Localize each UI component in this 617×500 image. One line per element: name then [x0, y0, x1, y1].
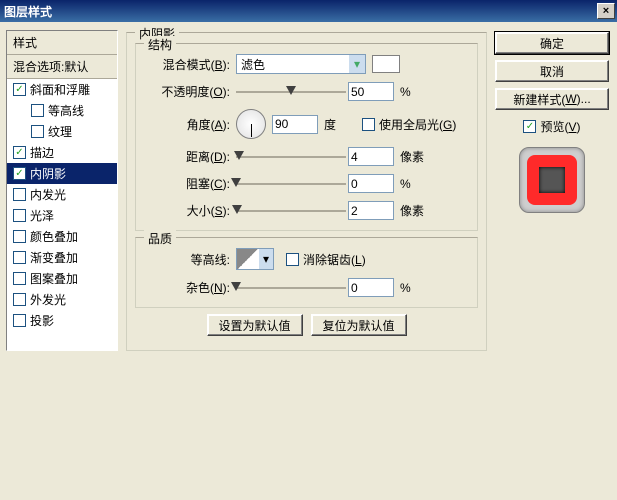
- noise-unit: %: [400, 281, 436, 295]
- size-slider[interactable]: [236, 202, 346, 220]
- angle-dial[interactable]: [236, 109, 266, 139]
- new-style-button[interactable]: 新建样式(W)...: [495, 88, 609, 110]
- distance-slider[interactable]: [236, 148, 346, 166]
- sidebar-item-8[interactable]: 渐变叠加: [7, 247, 117, 268]
- quality-legend: 品质: [144, 230, 176, 247]
- checkbox-icon: [286, 253, 299, 266]
- blendmode-color-swatch[interactable]: [372, 55, 400, 73]
- quality-group: 品质 等高线: ▾ 消除锯齿(L) 杂色(N):: [135, 237, 478, 308]
- ok-button[interactable]: 确定: [495, 32, 609, 54]
- close-button[interactable]: ×: [597, 3, 615, 19]
- checkbox-icon: ✓: [13, 146, 26, 159]
- sidebar-item-label: 投影: [30, 312, 54, 329]
- sidebar-item-0[interactable]: ✓ 斜面和浮雕: [7, 79, 117, 100]
- reset-default-button[interactable]: 复位为默认值: [311, 314, 407, 336]
- size-label: 大小(S):: [148, 202, 234, 219]
- angle-unit: 度: [324, 116, 360, 133]
- opacity-input[interactable]: [348, 82, 394, 101]
- sidebar-item-10[interactable]: 外发光: [7, 289, 117, 310]
- checkbox-icon: [13, 314, 26, 327]
- checkbox-icon: [13, 188, 26, 201]
- dialog-content: 样式 混合选项:默认 ✓ 斜面和浮雕等高线纹理 ✓ 描边 ✓ 内阴影内发光光泽颜色叠加渐变…: [0, 22, 617, 359]
- sidebar-item-2[interactable]: 纹理: [7, 121, 117, 142]
- preview-swatch: [519, 147, 585, 213]
- choke-slider[interactable]: [236, 175, 346, 193]
- sidebar-item-label: 光泽: [30, 207, 54, 224]
- checkbox-icon: [13, 251, 26, 264]
- preview-checkbox[interactable]: ✓ 预览(V): [495, 118, 609, 135]
- sidebar-item-4[interactable]: ✓ 内阴影: [7, 163, 117, 184]
- sidebar-item-label: 斜面和浮雕: [30, 81, 90, 98]
- sidebar-item-label: 等高线: [48, 102, 84, 119]
- main-panel: 内阴影 结构 混合模式(B): 滤色 ▾ 不透明度(O): %: [124, 30, 489, 351]
- checkbox-icon: ✓: [13, 83, 26, 96]
- structure-legend: 结构: [144, 36, 176, 53]
- contour-picker[interactable]: ▾: [236, 248, 274, 270]
- sidebar-item-5[interactable]: 内发光: [7, 184, 117, 205]
- distance-label: 距离(D):: [148, 148, 234, 165]
- choke-unit: %: [400, 177, 436, 191]
- noise-input[interactable]: [348, 278, 394, 297]
- title-bar: 图层样式 ×: [0, 0, 617, 22]
- preview-inner: [527, 155, 577, 205]
- set-default-button[interactable]: 设置为默认值: [207, 314, 303, 336]
- sidebar-item-label: 外发光: [30, 291, 66, 308]
- checkbox-icon: ✓: [523, 120, 536, 133]
- checkbox-icon: ✓: [13, 167, 26, 180]
- checkbox-icon: [13, 230, 26, 243]
- sidebar-item-7[interactable]: 颜色叠加: [7, 226, 117, 247]
- distance-unit: 像素: [400, 148, 436, 165]
- choke-input[interactable]: [348, 174, 394, 193]
- sidebar-item-label: 颜色叠加: [30, 228, 78, 245]
- sidebar-item-label: 描边: [30, 144, 54, 161]
- distance-input[interactable]: [348, 147, 394, 166]
- cancel-button[interactable]: 取消: [495, 60, 609, 82]
- sidebar-item-label: 内发光: [30, 186, 66, 203]
- antialias-checkbox[interactable]: 消除锯齿(L): [286, 251, 366, 268]
- opacity-unit: %: [400, 85, 436, 99]
- dropdown-arrow-icon: ▾: [259, 249, 273, 269]
- size-unit: 像素: [400, 202, 436, 219]
- size-input[interactable]: [348, 201, 394, 220]
- structure-group: 结构 混合模式(B): 滤色 ▾ 不透明度(O): % 角度(A): [135, 43, 478, 231]
- choke-label: 阻塞(C):: [148, 175, 234, 192]
- checkbox-icon: [31, 104, 44, 117]
- global-light-checkbox[interactable]: 使用全局光(G): [362, 116, 456, 133]
- sidebar-item-label: 内阴影: [30, 165, 66, 182]
- sidebar-item-1[interactable]: 等高线: [7, 100, 117, 121]
- sidebar-blend-options[interactable]: 混合选项:默认: [7, 55, 117, 79]
- styles-sidebar: 样式 混合选项:默认 ✓ 斜面和浮雕等高线纹理 ✓ 描边 ✓ 内阴影内发光光泽颜色叠加渐变…: [6, 30, 118, 351]
- sidebar-item-label: 渐变叠加: [30, 249, 78, 266]
- panel-group: 内阴影 结构 混合模式(B): 滤色 ▾ 不透明度(O): %: [126, 32, 487, 351]
- checkbox-icon: [362, 118, 375, 131]
- opacity-label: 不透明度(O):: [148, 83, 234, 100]
- dropdown-arrow-icon: ▾: [349, 55, 365, 73]
- opacity-slider[interactable]: [236, 83, 346, 101]
- sidebar-item-6[interactable]: 光泽: [7, 205, 117, 226]
- blendmode-label: 混合模式(B):: [148, 56, 234, 73]
- contour-label: 等高线:: [148, 251, 234, 268]
- sidebar-item-9[interactable]: 图案叠加: [7, 268, 117, 289]
- window-title: 图层样式: [4, 3, 52, 20]
- preview-core: [539, 167, 565, 193]
- contour-preview-icon: [237, 249, 259, 269]
- angle-input[interactable]: [272, 115, 318, 134]
- angle-label: 角度(A):: [148, 116, 234, 133]
- noise-label: 杂色(N):: [148, 279, 234, 296]
- sidebar-header: 样式: [7, 31, 117, 55]
- sidebar-item-label: 图案叠加: [30, 270, 78, 287]
- checkbox-icon: [31, 125, 44, 138]
- checkbox-icon: [13, 272, 26, 285]
- sidebar-item-label: 纹理: [48, 123, 72, 140]
- blendmode-combo[interactable]: 滤色 ▾: [236, 54, 366, 74]
- sidebar-item-3[interactable]: ✓ 描边: [7, 142, 117, 163]
- checkbox-icon: [13, 293, 26, 306]
- checkbox-icon: [13, 209, 26, 222]
- right-column: 确定 取消 新建样式(W)... ✓ 预览(V): [495, 30, 609, 351]
- noise-slider[interactable]: [236, 279, 346, 297]
- sidebar-item-11[interactable]: 投影: [7, 310, 117, 331]
